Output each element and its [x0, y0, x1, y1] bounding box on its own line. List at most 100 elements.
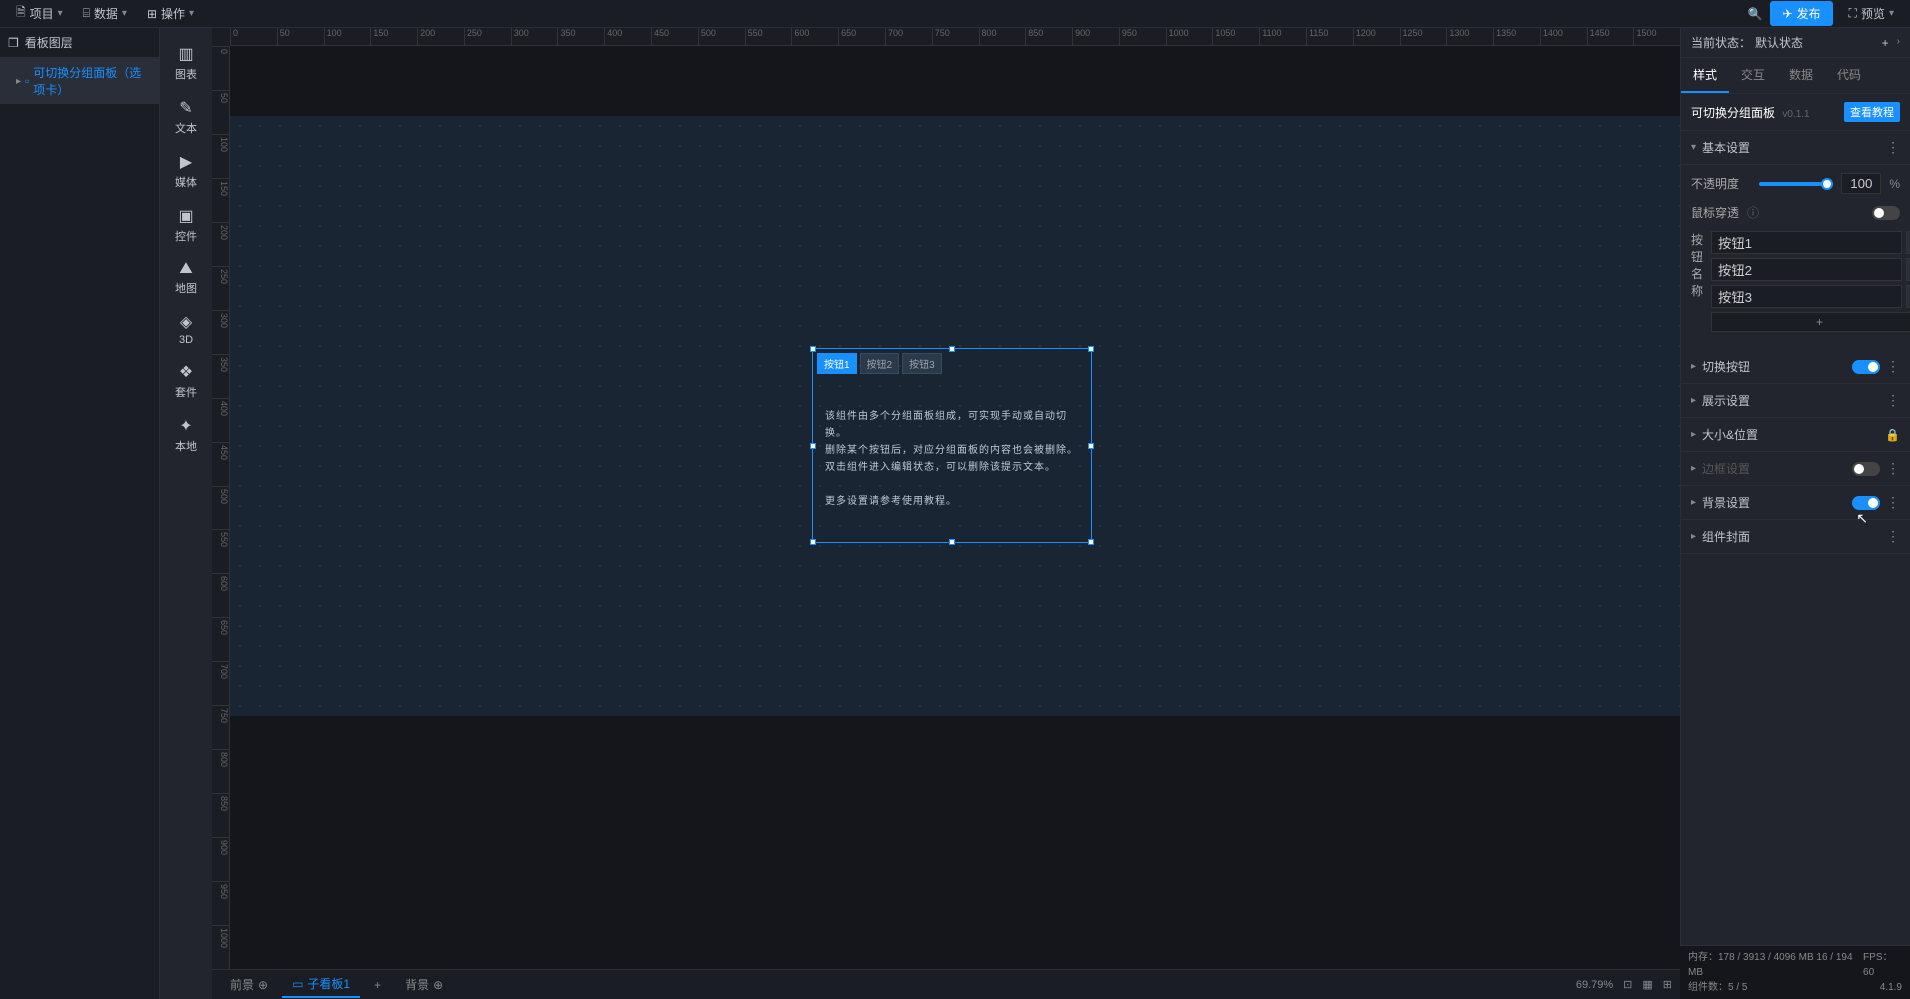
footer-tab-foreground[interactable]: 前景 ⊕	[220, 972, 278, 997]
monitor-icon: ▭	[292, 977, 303, 991]
resize-handle-nw[interactable]	[810, 346, 816, 352]
slider-thumb[interactable]	[1821, 178, 1833, 190]
resize-handle-w[interactable]	[810, 443, 816, 449]
resize-handle-n[interactable]	[949, 346, 955, 352]
kit-icon: ❖	[179, 362, 193, 382]
plus-circle-icon[interactable]: ⊕	[258, 978, 268, 992]
props-tab-code[interactable]: 代码	[1825, 58, 1873, 93]
tool-map[interactable]: ⛰ 地图	[160, 252, 212, 304]
footer-tab-background[interactable]: 背景 ⊕	[395, 972, 453, 997]
switch-button-toggle[interactable]	[1852, 360, 1880, 374]
more-icon[interactable]: ⋮	[1886, 358, 1900, 375]
menu-operation[interactable]: ⊞ 操作 ▾	[139, 1, 202, 26]
resize-handle-sw[interactable]	[810, 539, 816, 545]
tutorial-button[interactable]: 查看教程	[1844, 102, 1900, 122]
more-icon[interactable]: ⋮	[1886, 392, 1900, 409]
more-icon[interactable]: ⋮	[1886, 528, 1900, 545]
section-size-position[interactable]: ▸ 大小&位置 🔒	[1681, 418, 1910, 452]
more-icon[interactable]: ⋮	[1886, 139, 1900, 156]
toggle-knob	[1874, 208, 1884, 218]
background-toggle[interactable]	[1852, 496, 1880, 510]
resize-handle-se[interactable]	[1088, 539, 1094, 545]
widget-tab-3[interactable]: 按钮3	[902, 353, 942, 374]
chevron-right-icon[interactable]: ›	[1897, 36, 1900, 50]
canvas-workspace[interactable]: 按钮1 按钮2 按钮3 该组件由多个分组面板组成，可实现手动或自动切换。 删除某…	[230, 46, 1680, 969]
layer-item-tab-panel[interactable]: ▸ ▫ 可切换分组面板（选项卡）	[0, 58, 159, 104]
top-menu-right: 🔍 ✈ 发布 ⛶ 预览 ▾	[1748, 1, 1902, 26]
grid-icon: ⊞	[147, 7, 157, 21]
footer-tab-add[interactable]: +	[364, 974, 391, 996]
tool-text[interactable]: ✎ 文本	[160, 90, 212, 144]
help-icon[interactable]: ⓘ	[1747, 204, 1759, 221]
widget-tab-2[interactable]: 按钮2	[860, 353, 900, 374]
add-button[interactable]: +	[1711, 312, 1910, 332]
button-name-input-2[interactable]	[1711, 258, 1902, 281]
section-display[interactable]: ▸ 展示设置 ⋮	[1681, 384, 1910, 418]
props-tab-data[interactable]: 数据	[1777, 58, 1825, 93]
opacity-row: 不透明度 %	[1691, 173, 1900, 194]
delete-button-2[interactable]: 🗑	[1906, 258, 1910, 281]
component-toolbar: ▥ 图表 ✎ 文本 ▶ 媒体 ▣ 控件 ⛰ 地图 ◈ 3D ❖ 套件 ✦ 本地	[160, 28, 212, 999]
layout-icon[interactable]: ▦	[1642, 978, 1652, 991]
footer-tab-subboard[interactable]: ▭ 子看板1	[282, 971, 360, 998]
more-icon[interactable]: ⋮	[1886, 494, 1900, 511]
footer-tab-label: 背景	[405, 976, 429, 993]
fps-value: 60	[1863, 967, 1874, 978]
selected-widget-tab-panel[interactable]: 按钮1 按钮2 按钮3 该组件由多个分组面板组成，可实现手动或自动切换。 删除某…	[812, 348, 1092, 543]
mem-label: 内存：	[1688, 952, 1718, 963]
border-toggle[interactable]	[1852, 462, 1880, 476]
grid-toggle-icon[interactable]: ⊞	[1663, 978, 1672, 991]
button-name-input-3[interactable]	[1711, 285, 1902, 308]
toggle-knob	[1868, 362, 1878, 372]
canvas-area: 0501001502002503003504004505005506006507…	[212, 28, 1680, 999]
status-bar: 内存：178 / 3913 / 4096 MB 16 / 194 MB FPS：…	[1680, 945, 1910, 999]
mouse-through-toggle[interactable]	[1872, 206, 1900, 220]
tool-kit[interactable]: ❖ 套件	[160, 354, 212, 408]
section-basic-settings[interactable]: ▾ 基本设置 ⋮	[1681, 131, 1910, 165]
chevron-down-icon: ▾	[58, 8, 63, 19]
more-icon[interactable]: ⋮	[1886, 460, 1900, 477]
basic-settings-body: 不透明度 % 鼠标穿透 ⓘ 按钮名称	[1681, 165, 1910, 350]
hint-line-3: 双击组件进入编辑状态，可以删除该提示文本。	[825, 459, 1079, 476]
delete-button-1[interactable]: 🗑	[1906, 231, 1910, 254]
section-cover[interactable]: ▸ 组件封面 ⋮	[1681, 520, 1910, 554]
fit-icon[interactable]: ⊡	[1623, 978, 1632, 991]
widget-tab-1[interactable]: 按钮1	[817, 353, 857, 374]
chevron-down-icon: ▾	[189, 8, 194, 19]
props-tab-interact[interactable]: 交互	[1729, 58, 1777, 93]
canvas-viewport[interactable]: 0501001502002503003504004505005506006507…	[212, 28, 1680, 969]
ruler-horizontal: 0501001502002503003504004505005506006507…	[230, 28, 1680, 46]
plus-icon[interactable]: +	[1882, 36, 1889, 50]
section-border[interactable]: ▸ 边框设置 ⋮	[1681, 452, 1910, 486]
opacity-slider[interactable]	[1759, 182, 1833, 186]
footer-tab-label: 子看板1	[307, 975, 350, 992]
text-icon: ✎	[179, 98, 192, 118]
canvas-content[interactable]: 按钮1 按钮2 按钮3 该组件由多个分组面板组成，可实现手动或自动切换。 删除某…	[230, 116, 1680, 716]
plus-circle-icon[interactable]: ⊕	[433, 978, 443, 992]
lock-icon[interactable]: 🔒	[1885, 428, 1900, 442]
resize-handle-e[interactable]	[1088, 443, 1094, 449]
opacity-input[interactable]	[1841, 173, 1881, 194]
tool-media[interactable]: ▶ 媒体	[160, 144, 212, 198]
tool-local[interactable]: ✦ 本地	[160, 408, 212, 462]
menu-project[interactable]: 🗎 项目 ▾	[8, 1, 71, 26]
publish-button[interactable]: ✈ 发布	[1770, 1, 1832, 26]
delete-button-3[interactable]: 🗑	[1906, 285, 1910, 308]
props-tab-style[interactable]: 样式	[1681, 58, 1729, 93]
search-icon[interactable]: 🔍	[1748, 7, 1763, 21]
menu-project-label: 项目	[30, 5, 54, 22]
tool-control[interactable]: ▣ 控件	[160, 198, 212, 252]
resize-handle-s[interactable]	[949, 539, 955, 545]
menu-data[interactable]: ⌸ 数据 ▾	[75, 1, 135, 26]
button-name-input-1[interactable]	[1711, 231, 1902, 254]
button-name-row: 按钮名称 🗑 🗑 🗑 +	[1691, 231, 1900, 332]
tool-3d[interactable]: ◈ 3D	[160, 304, 212, 354]
tool-chart[interactable]: ▥ 图表	[160, 36, 212, 90]
widget-tabs: 按钮1 按钮2 按钮3	[813, 349, 1091, 378]
section-background[interactable]: ▸ 背景设置 ⋮	[1681, 486, 1910, 520]
preview-button[interactable]: ⛶ 预览 ▾	[1841, 1, 1902, 26]
widget-body: 该组件由多个分组面板组成，可实现手动或自动切换。 删除某个按钮后，对应分组面板的…	[813, 378, 1091, 540]
section-switch-button[interactable]: ▸ 切换按钮 ⋮	[1681, 350, 1910, 384]
resize-handle-ne[interactable]	[1088, 346, 1094, 352]
puzzle-icon: ✦	[179, 416, 192, 436]
